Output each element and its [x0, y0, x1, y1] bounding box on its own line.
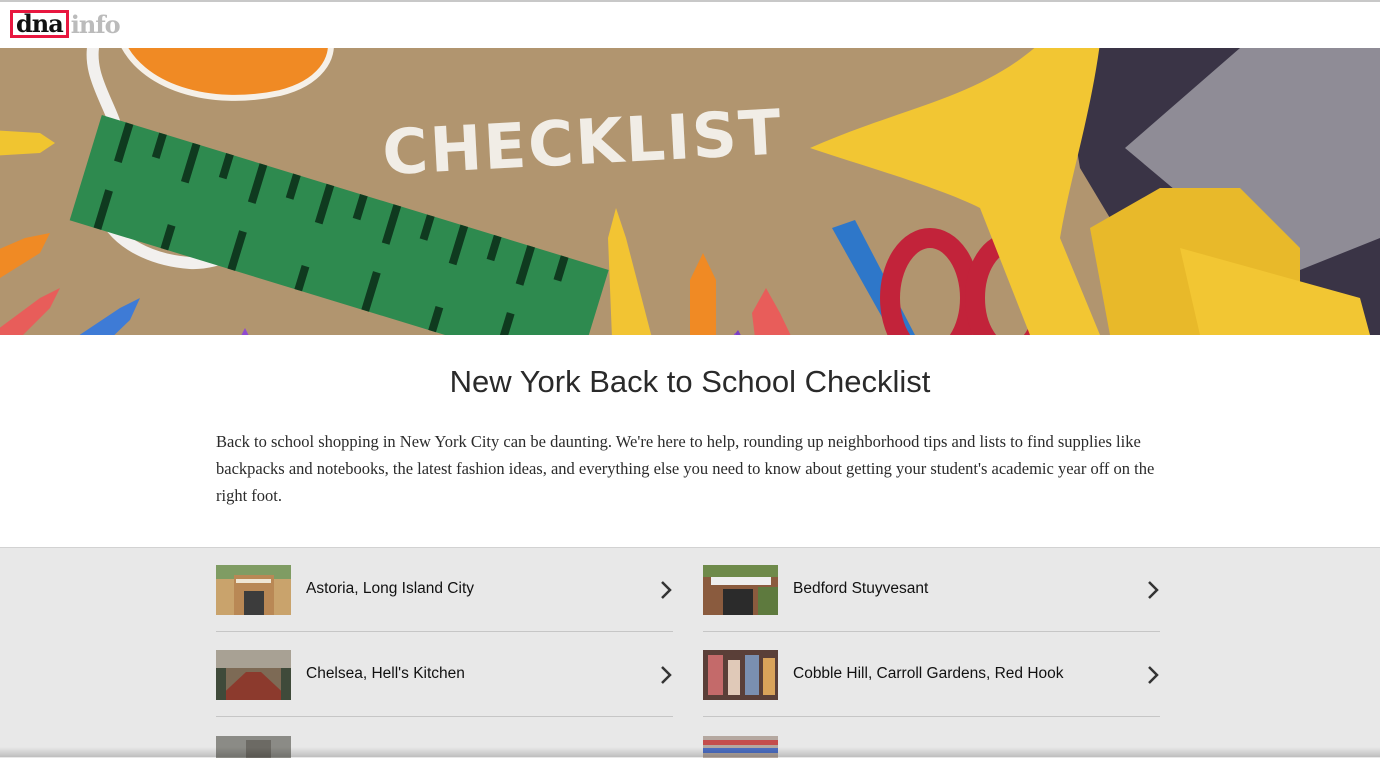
logo-primary: dna — [16, 9, 64, 38]
page-title: New York Back to School Checklist — [449, 364, 931, 399]
dnainfo-logo[interactable]: dna info — [10, 7, 121, 41]
neighborhood-item-astoria[interactable]: Astoria, Long Island City — [216, 548, 673, 632]
neighborhood-label: Astoria, Long Island City — [306, 580, 475, 597]
neighborhood-thumbnail — [703, 650, 778, 700]
hero-banner: CHECKLIST — [0, 48, 1380, 335]
neighborhood-thumbnail — [216, 650, 291, 700]
intro-paragraph: Back to school shopping in New York City… — [216, 432, 1155, 505]
neighborhood-item-chelsea[interactable]: Chelsea, Hell's Kitchen — [216, 633, 673, 717]
site-header: dna info — [0, 2, 1380, 48]
hero-illustration: CHECKLIST — [0, 48, 1380, 335]
chevron-right-icon — [1148, 581, 1159, 599]
neighborhood-label: Chelsea, Hell's Kitchen — [306, 665, 465, 682]
neighborhood-label: Bedford Stuyvesant — [793, 580, 929, 597]
chevron-right-icon — [661, 581, 672, 599]
logo-box: dna — [10, 10, 69, 38]
chevron-right-icon — [1148, 666, 1159, 684]
neighborhood-item-bedford-stuyvesant[interactable]: Bedford Stuyvesant — [703, 548, 1160, 632]
logo-secondary: info — [70, 9, 121, 39]
neighborhood-thumbnail — [216, 565, 291, 615]
neighborhood-list: Astoria, Long Island City Bedford Stuyve… — [0, 547, 1380, 758]
neighborhood-label: Cobble Hill, Carroll Gardens, Red Hook — [793, 665, 1064, 682]
neighborhood-item-cobble-hill[interactable]: Cobble Hill, Carroll Gardens, Red Hook — [703, 633, 1160, 717]
chevron-right-icon — [661, 666, 672, 684]
bottom-shadow — [0, 747, 1380, 757]
neighborhood-thumbnail — [703, 565, 778, 615]
